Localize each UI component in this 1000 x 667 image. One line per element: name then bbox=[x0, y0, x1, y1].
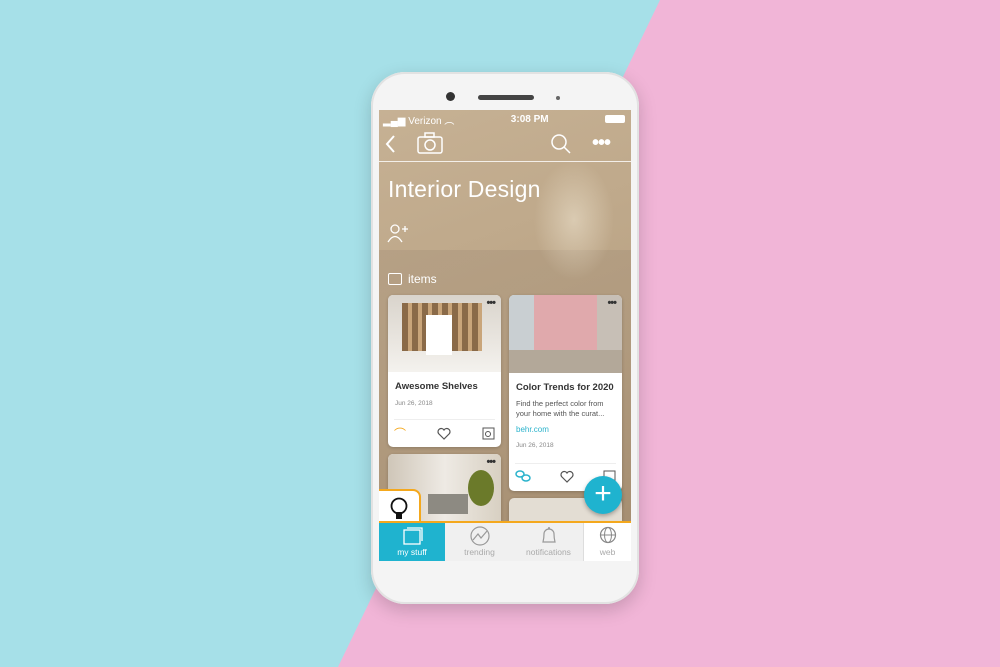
highlight-icon[interactable]: ⌒ bbox=[394, 425, 406, 442]
add-button[interactable]: + bbox=[584, 476, 622, 514]
items-icon bbox=[388, 273, 402, 285]
more-icon[interactable]: ••• bbox=[486, 456, 496, 468]
heart-icon[interactable] bbox=[437, 427, 451, 440]
status-bar: ▂▄▆ Verizon ︵ 3:08 PM bbox=[383, 112, 625, 127]
zoom-image-icon[interactable] bbox=[482, 427, 495, 440]
card-image: ••• bbox=[388, 295, 501, 372]
idea-button[interactable] bbox=[379, 489, 421, 523]
battery-icon bbox=[605, 115, 625, 123]
add-user-icon[interactable] bbox=[387, 223, 409, 243]
tab-label: web bbox=[599, 547, 616, 557]
tab-web[interactable]: web bbox=[583, 523, 631, 561]
tab-label: trending bbox=[464, 547, 495, 557]
tab-label: notifications bbox=[526, 547, 571, 557]
card-title: Awesome Shelves bbox=[395, 381, 478, 392]
page-title: Interior Design bbox=[388, 176, 541, 202]
card-date: Jun 26, 2018 bbox=[395, 400, 433, 407]
items-section: items bbox=[388, 272, 437, 286]
tab-notifications[interactable]: notifications bbox=[514, 523, 583, 561]
card-description: Find the perfect color from bbox=[516, 399, 604, 408]
app-screen: ▂▄▆ Verizon ︵ 3:08 PM ••• Interior Desig… bbox=[379, 110, 631, 561]
card-color-trends[interactable]: ••• Color Trends for 2020 Find the perfe… bbox=[509, 295, 622, 491]
link-icon[interactable] bbox=[515, 469, 531, 483]
bottom-tab-bar: my stuff trending notifications web bbox=[379, 523, 631, 561]
trending-icon bbox=[469, 526, 490, 546]
bell-icon bbox=[541, 527, 556, 543]
heart-icon[interactable] bbox=[560, 470, 574, 483]
back-icon[interactable] bbox=[384, 134, 398, 154]
wifi-icon: ︵ bbox=[444, 115, 455, 127]
more-icon[interactable]: ••• bbox=[607, 297, 617, 309]
card-title: Color Trends for 2020 bbox=[516, 382, 614, 393]
card-date: Jun 26, 2018 bbox=[516, 442, 554, 449]
tab-trending[interactable]: trending bbox=[445, 523, 514, 561]
card-description: your home with the curat... bbox=[516, 409, 605, 418]
speaker bbox=[478, 95, 534, 100]
card-image: ••• bbox=[509, 295, 622, 373]
items-label: items bbox=[408, 272, 437, 286]
carrier: Verizon bbox=[408, 115, 442, 127]
search-icon[interactable] bbox=[550, 133, 572, 155]
clock: 3:08 PM bbox=[510, 113, 549, 125]
more-icon[interactable]: ••• bbox=[592, 132, 611, 155]
tab-label: my stuff bbox=[397, 547, 427, 557]
lightbulb-icon bbox=[390, 497, 408, 519]
front-camera bbox=[446, 92, 455, 101]
card-link[interactable]: behr.com bbox=[509, 425, 622, 434]
globe-icon bbox=[599, 526, 616, 544]
folders-icon bbox=[403, 527, 423, 545]
card-awesome-shelves[interactable]: ••• Awesome Shelves Jun 26, 2018 ⌒ bbox=[388, 295, 501, 447]
tab-my-stuff[interactable]: my stuff bbox=[379, 523, 445, 561]
more-icon[interactable]: ••• bbox=[486, 297, 496, 309]
nav-bar: ••• bbox=[379, 128, 631, 162]
signal-icon: ▂▄▆ bbox=[383, 115, 406, 127]
sensor bbox=[556, 96, 560, 100]
camera-icon[interactable] bbox=[416, 132, 444, 154]
